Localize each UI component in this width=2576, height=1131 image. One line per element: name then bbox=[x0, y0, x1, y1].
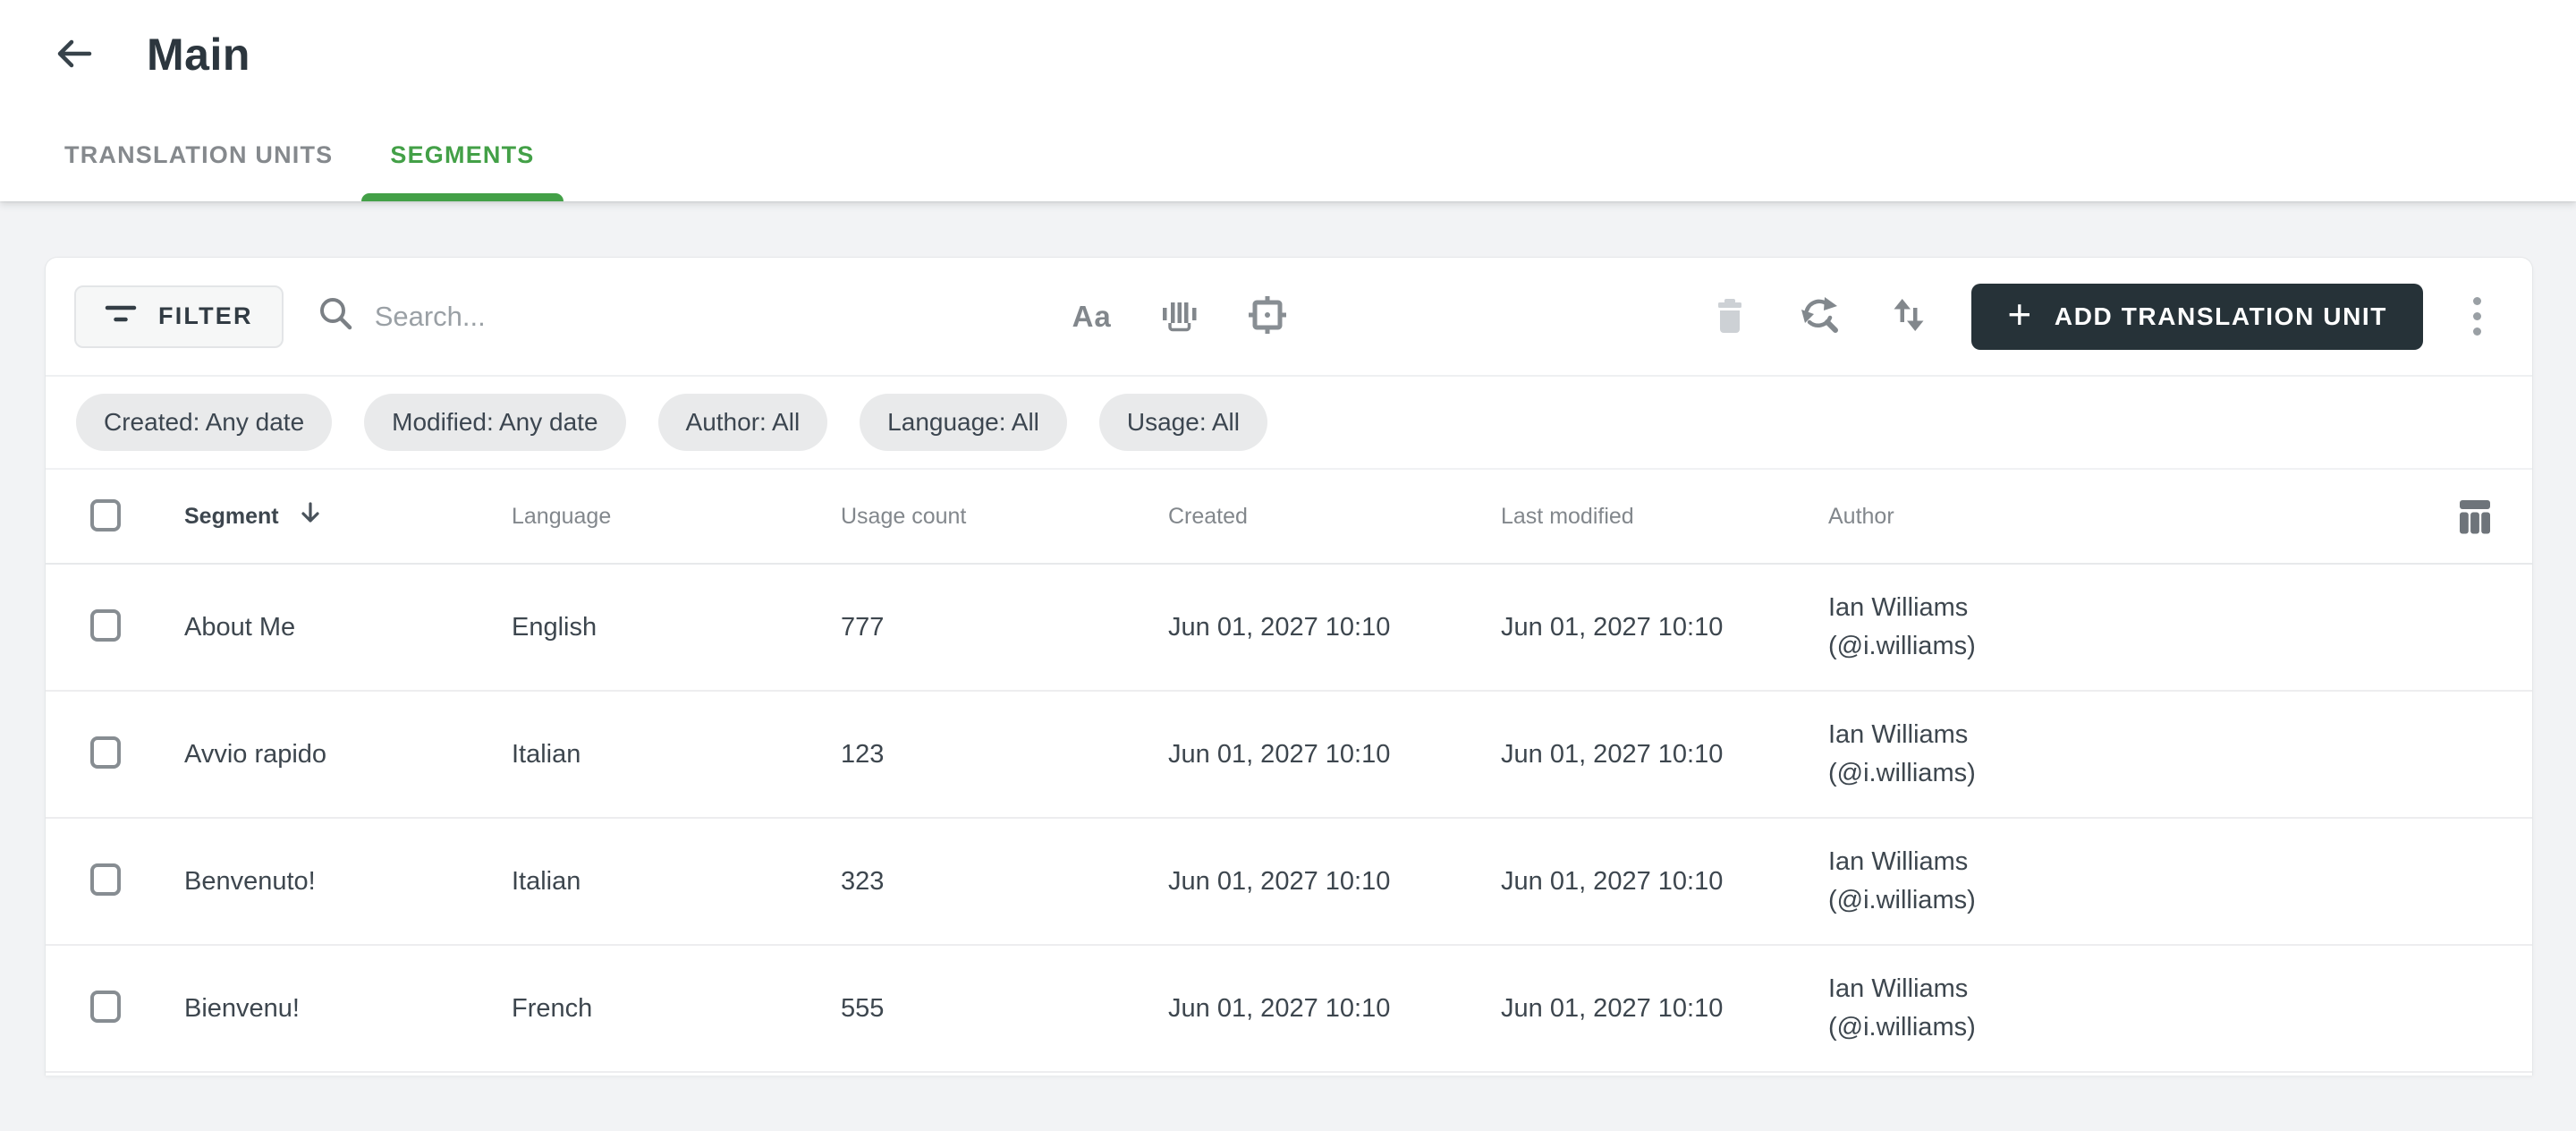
cell-segment: Avvio rapido bbox=[184, 739, 327, 769]
header-settings-cell bbox=[2275, 495, 2496, 538]
column-header-language[interactable]: Language bbox=[512, 504, 841, 530]
table-row[interactable]: About Me English 777 Jun 01, 2027 10:10 … bbox=[46, 565, 2532, 692]
search-box bbox=[318, 295, 1071, 337]
cell-language: Italian bbox=[512, 739, 581, 769]
cell-usage-count: 323 bbox=[841, 866, 885, 896]
cell-language: English bbox=[512, 612, 597, 642]
cell-last-modified: Jun 01, 2027 10:10 bbox=[1501, 739, 1724, 769]
plus-icon: + bbox=[2007, 291, 2033, 337]
delete-button[interactable] bbox=[1708, 295, 1751, 338]
tab-label: TRANSLATION UNITS bbox=[64, 141, 334, 168]
author-name: Ian Williams bbox=[1828, 974, 1969, 1003]
vertical-dots-icon bbox=[2472, 297, 2481, 305]
author-handle: (@i.williams) bbox=[1828, 886, 1976, 914]
author-name: Ian Williams bbox=[1828, 593, 1969, 622]
page-header: Main TRANSLATION UNITS SEGMENTS bbox=[0, 0, 2576, 201]
author-name: Ian Williams bbox=[1828, 847, 1969, 876]
search-options: Aa bbox=[1071, 295, 1289, 338]
column-header-usage-count[interactable]: Usage count bbox=[841, 504, 1168, 530]
tab-translation-units[interactable]: TRANSLATION UNITS bbox=[36, 109, 361, 201]
cell-author: Ian Williams (@i.williams) bbox=[1828, 716, 2275, 793]
chip-language[interactable]: Language: All bbox=[860, 394, 1067, 451]
cell-author: Ian Williams (@i.williams) bbox=[1828, 843, 2275, 920]
cell-language: French bbox=[512, 993, 593, 1023]
match-word-button[interactable] bbox=[1158, 295, 1201, 338]
table-row[interactable]: Bienvenu! French 555 Jun 01, 2027 10:10 … bbox=[46, 946, 2532, 1073]
cell-segment: Benvenuto! bbox=[184, 866, 316, 896]
cell-usage-count: 123 bbox=[841, 739, 885, 769]
page-title: Main bbox=[147, 30, 250, 80]
cell-last-modified: Jun 01, 2027 10:10 bbox=[1501, 866, 1724, 896]
tab-segments[interactable]: SEGMENTS bbox=[361, 109, 564, 201]
selection-frame-icon bbox=[1247, 294, 1288, 338]
column-header-created[interactable]: Created bbox=[1168, 504, 1501, 530]
cell-usage-count: 555 bbox=[841, 993, 885, 1023]
sort-arrow-down-icon bbox=[297, 500, 324, 533]
arrow-left-icon bbox=[53, 32, 96, 78]
column-header-author[interactable]: Author bbox=[1828, 504, 2275, 530]
add-button-label: ADD TRANSLATION UNIT bbox=[2054, 302, 2387, 330]
toolbar: FILTER Aa bbox=[46, 258, 2532, 377]
filter-chips-row: Created: Any date Modified: Any date Aut… bbox=[46, 377, 2532, 470]
search-icon bbox=[318, 295, 355, 337]
title-row: Main bbox=[0, 0, 2576, 109]
header-checkbox-cell bbox=[81, 498, 184, 534]
swap-vert-icon bbox=[1888, 294, 1929, 338]
author-handle: (@i.williams) bbox=[1828, 1013, 1976, 1042]
toolbar-actions bbox=[1708, 295, 1930, 338]
refresh-search-icon bbox=[1799, 294, 1840, 338]
cell-segment: About Me bbox=[184, 612, 296, 642]
column-header-last-modified[interactable]: Last modified bbox=[1501, 504, 1828, 530]
barcode-icon bbox=[1160, 294, 1199, 338]
trash-icon bbox=[1712, 295, 1748, 337]
author-handle: (@i.williams) bbox=[1828, 759, 1976, 787]
table-row[interactable]: Avvio rapido Italian 123 Jun 01, 2027 10… bbox=[46, 692, 2532, 819]
find-replace-button[interactable] bbox=[1798, 295, 1841, 338]
match-case-button[interactable]: Aa bbox=[1071, 295, 1114, 338]
more-menu-button[interactable] bbox=[2457, 292, 2496, 342]
segments-card: FILTER Aa bbox=[45, 257, 2533, 1076]
tab-label: SEGMENTS bbox=[390, 141, 535, 168]
cell-author: Ian Williams (@i.williams) bbox=[1828, 589, 2275, 666]
select-all-checkbox[interactable] bbox=[90, 498, 121, 531]
chip-usage[interactable]: Usage: All bbox=[1098, 394, 1267, 451]
cell-author: Ian Williams (@i.williams) bbox=[1828, 970, 2275, 1047]
content-area: FILTER Aa bbox=[0, 257, 2576, 1131]
match-case-icon: Aa bbox=[1072, 299, 1112, 333]
filter-button[interactable]: FILTER bbox=[74, 285, 284, 348]
author-handle: (@i.williams) bbox=[1828, 632, 1976, 660]
cell-segment: Bienvenu! bbox=[184, 993, 300, 1023]
sort-button[interactable] bbox=[1887, 295, 1930, 338]
cell-language: Italian bbox=[512, 866, 581, 896]
table-header: Segment Language Usage count Created Las… bbox=[46, 470, 2532, 565]
cell-created: Jun 01, 2027 10:10 bbox=[1168, 993, 1391, 1023]
tab-bar: TRANSLATION UNITS SEGMENTS bbox=[0, 109, 2576, 201]
chip-created[interactable]: Created: Any date bbox=[76, 394, 333, 451]
exact-match-button[interactable] bbox=[1246, 295, 1289, 338]
cell-created: Jun 01, 2027 10:10 bbox=[1168, 612, 1391, 642]
table-row[interactable]: Benvenuto! Italian 323 Jun 01, 2027 10:1… bbox=[46, 819, 2532, 946]
row-checkbox[interactable] bbox=[90, 736, 121, 769]
chip-modified[interactable]: Modified: Any date bbox=[364, 394, 626, 451]
filter-icon bbox=[105, 297, 137, 336]
filter-button-label: FILTER bbox=[158, 302, 253, 329]
author-name: Ian Williams bbox=[1828, 720, 1969, 749]
column-settings-button[interactable] bbox=[2453, 495, 2496, 538]
chip-author[interactable]: Author: All bbox=[657, 394, 828, 451]
cell-last-modified: Jun 01, 2027 10:10 bbox=[1501, 993, 1724, 1023]
row-checkbox[interactable] bbox=[90, 609, 121, 642]
column-header-segment[interactable]: Segment bbox=[184, 500, 512, 533]
row-checkbox[interactable] bbox=[90, 863, 121, 896]
table-columns-icon bbox=[2455, 495, 2495, 539]
back-button[interactable] bbox=[52, 32, 97, 77]
add-translation-unit-button[interactable]: + ADD TRANSLATION UNIT bbox=[1971, 283, 2423, 350]
cell-created: Jun 01, 2027 10:10 bbox=[1168, 739, 1391, 769]
cell-usage-count: 777 bbox=[841, 612, 885, 642]
row-checkbox[interactable] bbox=[90, 991, 121, 1023]
search-input[interactable] bbox=[372, 299, 1071, 334]
cell-created: Jun 01, 2027 10:10 bbox=[1168, 866, 1391, 896]
cell-last-modified: Jun 01, 2027 10:10 bbox=[1501, 612, 1724, 642]
